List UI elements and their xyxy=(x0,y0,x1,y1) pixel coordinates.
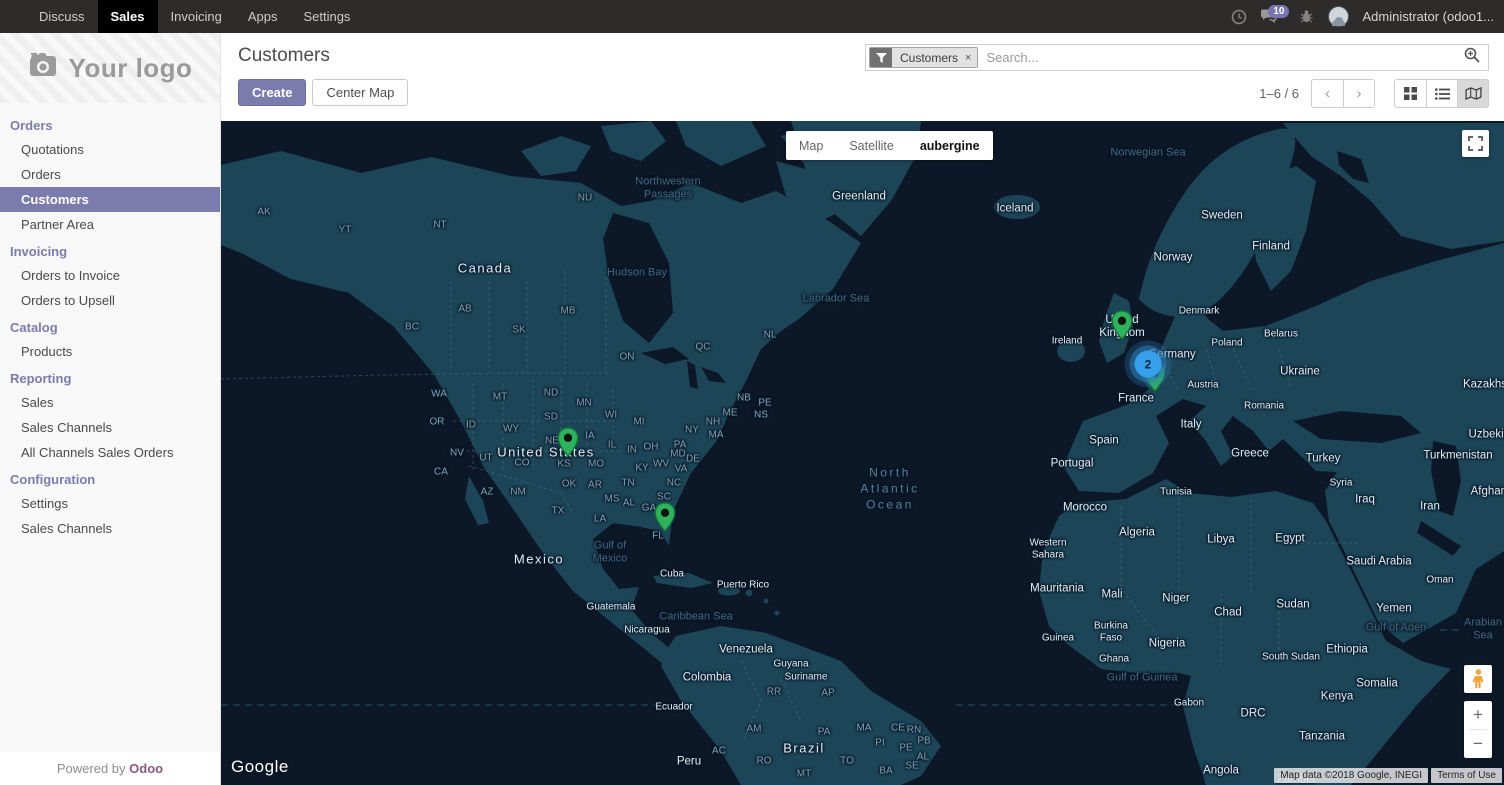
customer-cluster-marker[interactable]: 2 xyxy=(1135,351,1162,378)
search-bar[interactable]: Customers × xyxy=(865,44,1489,71)
topnav-item-apps[interactable]: Apps xyxy=(235,0,291,33)
sidebar-footer: Powered by Odoo xyxy=(0,752,220,785)
camera-icon xyxy=(28,53,60,84)
sidebar-section-invoicing: Invoicing xyxy=(0,237,220,263)
map-type-control: MapSatelliteaubergine xyxy=(786,131,993,160)
map-data-text: Map data ©2018 Google, INEGI xyxy=(1274,768,1428,783)
powered-by-text: Powered by xyxy=(57,761,126,776)
sidebar-item-quotations[interactable]: Quotations xyxy=(0,137,220,162)
debug-bug-icon[interactable] xyxy=(1298,8,1315,25)
pin-united-kingdom[interactable] xyxy=(1111,310,1134,345)
facet-remove-icon[interactable]: × xyxy=(965,48,977,67)
list-view-button[interactable] xyxy=(1426,80,1457,107)
page-title: Customers xyxy=(238,45,330,67)
pager-prev-button[interactable]: ‹ xyxy=(1312,80,1343,107)
pin-united-states-ks[interactable] xyxy=(557,427,580,462)
topnav-menus: DiscussSalesInvoicingAppsSettings xyxy=(0,0,363,33)
company-logo[interactable]: Your logo xyxy=(0,33,220,103)
topnav-item-invoicing[interactable]: Invoicing xyxy=(158,0,235,33)
pager-range: 1–6 / 6 xyxy=(1259,86,1299,101)
customers-map[interactable]: CanadaUnited StatesMexicoBrazilNorthwest… xyxy=(221,121,1504,785)
sidebar: Your logo OrdersQuotationsOrdersCustomer… xyxy=(0,33,221,785)
create-button[interactable]: Create xyxy=(238,79,306,106)
sidebar-section-orders: Orders xyxy=(0,111,220,137)
sidebar-section-catalog: Catalog xyxy=(0,313,220,339)
terms-of-use-link[interactable]: Terms of Use xyxy=(1431,768,1502,783)
map-type-satellite[interactable]: Satellite xyxy=(836,131,906,160)
sidebar-menu: OrdersQuotationsOrdersCustomersPartner A… xyxy=(0,103,220,541)
map-type-aubergine[interactable]: aubergine xyxy=(907,131,993,160)
sidebar-item-settings[interactable]: Settings xyxy=(0,491,220,516)
zoom-out-button[interactable]: − xyxy=(1464,730,1492,758)
sidebar-item-sales-channels[interactable]: Sales Channels xyxy=(0,415,220,440)
topnav-item-discuss[interactable]: Discuss xyxy=(26,0,98,33)
zoom-in-button[interactable]: + xyxy=(1464,701,1492,729)
filter-funnel-icon xyxy=(870,48,892,67)
user-avatar[interactable] xyxy=(1328,6,1349,27)
search-magnifier-icon[interactable] xyxy=(1464,47,1480,68)
sidebar-item-products[interactable]: Products xyxy=(0,339,220,364)
topnav-item-settings[interactable]: Settings xyxy=(290,0,363,33)
sidebar-item-sales[interactable]: Sales xyxy=(0,390,220,415)
activities-clock-icon[interactable] xyxy=(1230,8,1247,25)
sidebar-section-configuration: Configuration xyxy=(0,465,220,491)
odoo-link[interactable]: Odoo xyxy=(129,761,163,776)
sidebar-item-customers[interactable]: Customers xyxy=(0,187,220,212)
search-input[interactable] xyxy=(978,50,1464,65)
top-navbar: DiscussSalesInvoicingAppsSettings 10 Adm… xyxy=(0,0,1504,33)
messages-icon[interactable]: 10 xyxy=(1260,9,1277,24)
sidebar-item-orders-to-invoice[interactable]: Orders to Invoice xyxy=(0,263,220,288)
user-menu[interactable]: Administrator (odoo1... xyxy=(1362,9,1494,24)
kanban-view-button[interactable] xyxy=(1395,80,1426,107)
sidebar-item-all-channels-sales-orders[interactable]: All Channels Sales Orders xyxy=(0,440,220,465)
pegman-streetview-control[interactable] xyxy=(1464,665,1492,693)
center-map-button[interactable]: Center Map xyxy=(312,79,408,106)
pager-next-button[interactable]: › xyxy=(1343,80,1374,107)
sidebar-section-reporting: Reporting xyxy=(0,364,220,390)
sidebar-item-orders[interactable]: Orders xyxy=(0,162,220,187)
google-logo: Google xyxy=(231,757,289,777)
search-facet-label: Customers xyxy=(892,48,965,67)
map-type-map[interactable]: Map xyxy=(786,131,836,160)
sidebar-item-orders-to-upsell[interactable]: Orders to Upsell xyxy=(0,288,220,313)
map-attribution: Map data ©2018 Google, INEGI Terms of Us… xyxy=(1274,768,1502,783)
topnav-item-sales[interactable]: Sales xyxy=(98,0,158,33)
logo-text: Your logo xyxy=(69,53,193,84)
search-facet: Customers × xyxy=(869,47,978,68)
sidebar-item-sales-channels[interactable]: Sales Channels xyxy=(0,516,220,541)
messages-badge: 10 xyxy=(1268,5,1289,18)
zoom-control: + − xyxy=(1464,701,1492,758)
sidebar-item-partner-area[interactable]: Partner Area xyxy=(0,212,220,237)
pin-united-states-fl[interactable] xyxy=(654,502,677,537)
topbar-right: 10 Administrator (odoo1... xyxy=(1230,0,1504,33)
fullscreen-button[interactable] xyxy=(1462,130,1489,157)
control-panel: Customers Create Center Map Customers × xyxy=(221,33,1504,121)
map-view-button[interactable] xyxy=(1457,80,1488,107)
map-markers: 2 xyxy=(221,121,1504,785)
cluster-count: 2 xyxy=(1145,357,1152,371)
